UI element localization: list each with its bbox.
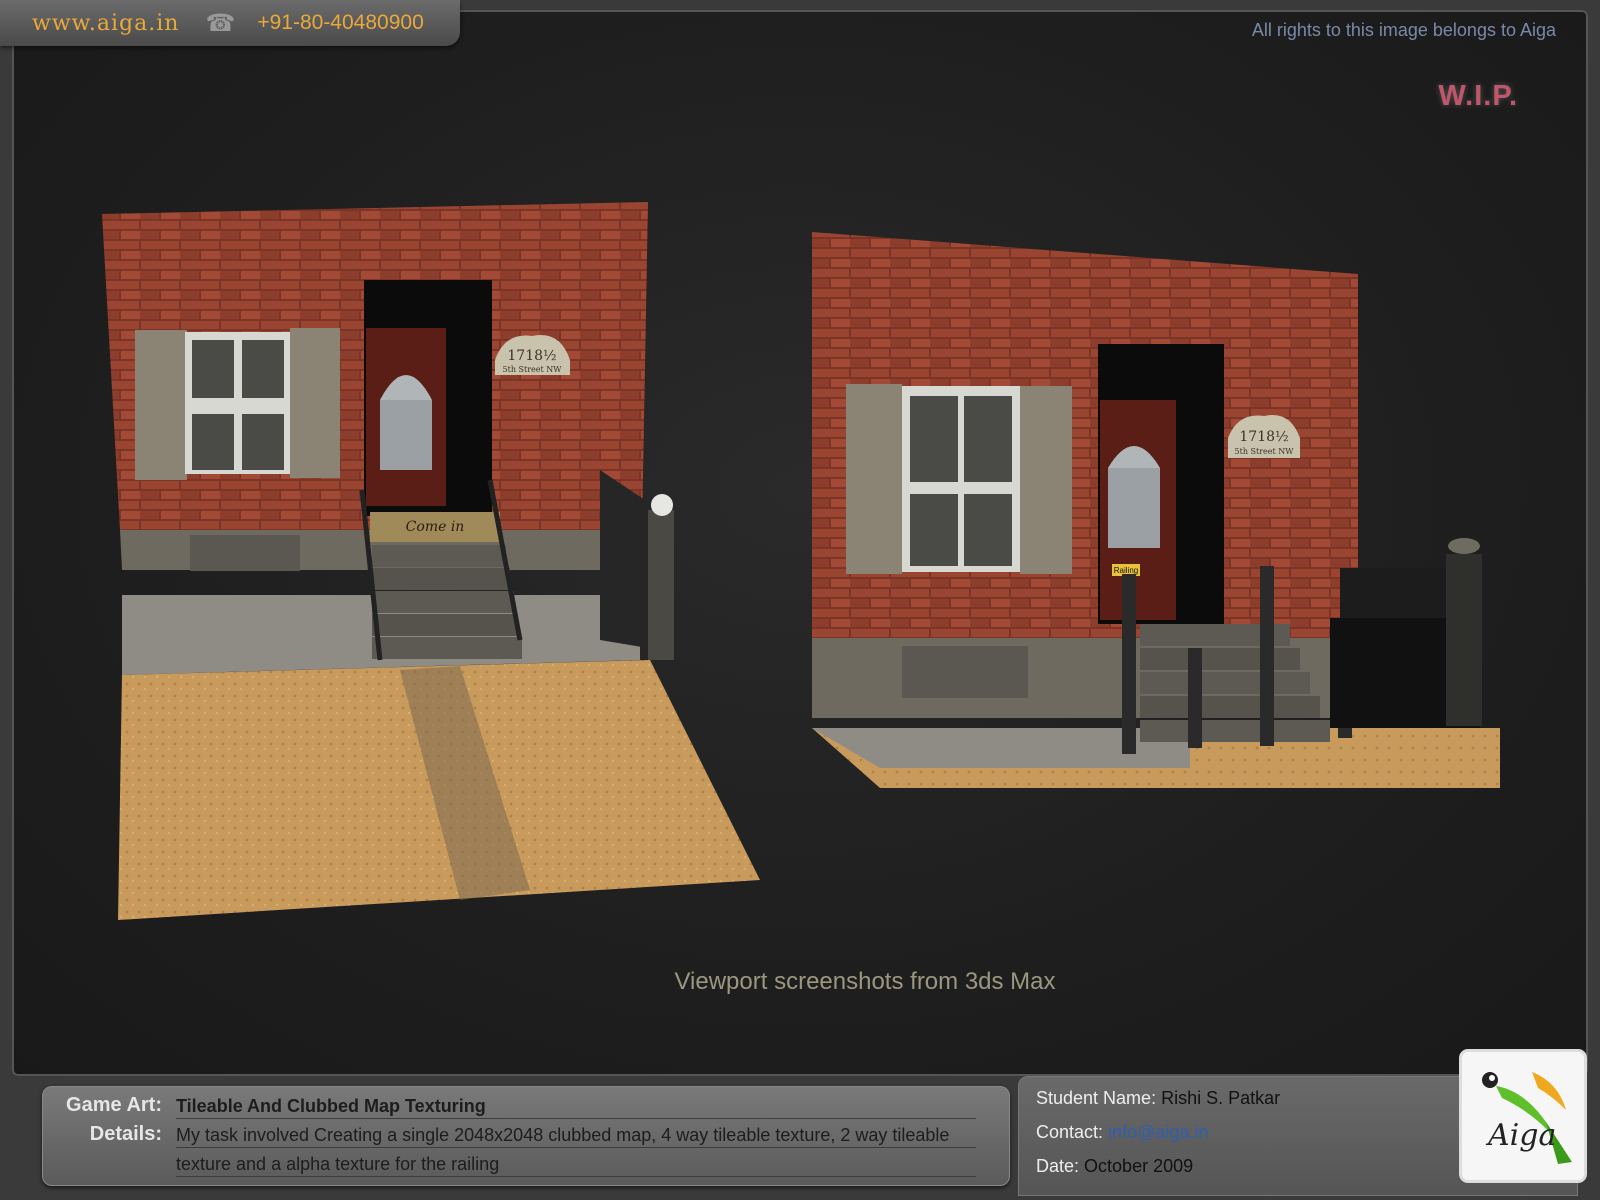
date-value: October 2009 (1084, 1156, 1194, 1176)
details-label: Details: (89, 1123, 162, 1145)
rights-notice: All rights to this image belongs to Aiga (1251, 20, 1556, 40)
svg-text:5th Street NW: 5th Street NW (503, 365, 563, 374)
door-right (1098, 344, 1224, 624)
contact-email-link[interactable]: info@aiga.in (1108, 1122, 1208, 1142)
student-row: Student Name: Rishi S. Patkar (1036, 1088, 1280, 1109)
details-line-2: texture and a alpha texture for the rail… (176, 1154, 500, 1174)
render-right: 1718½ 5th Street NW Railing (812, 232, 1500, 788)
student-label: Student Name: (1036, 1088, 1157, 1108)
aiga-logo-icon (1482, 1072, 1572, 1164)
phone-icon: ☎ (205, 9, 236, 37)
student-name: Rishi S. Patkar (1161, 1088, 1281, 1108)
svg-text:Railing: Railing (1114, 566, 1138, 575)
site-url[interactable]: www.aiga.in (32, 11, 179, 36)
top-bar: www.aiga.in ☎ +91-80-40480900 (0, 0, 460, 46)
aiga-logo: Aiga (1462, 1052, 1584, 1180)
svg-text:1718½: 1718½ (507, 348, 556, 364)
side-railing-left (600, 470, 674, 660)
logo-text: Aiga (1488, 1118, 1557, 1153)
game-art-label: Game Art: (66, 1094, 162, 1116)
wip-badge: W.I.P. (1438, 80, 1518, 112)
door-left (364, 280, 492, 516)
svg-text:1718½: 1718½ (1239, 429, 1288, 445)
details-line-1: My task involved Creating a single 2048x… (176, 1125, 950, 1145)
svg-text:5th Street NW: 5th Street NW (1235, 447, 1295, 456)
contact-row: Contact: info@aiga.in (1036, 1122, 1208, 1143)
project-info-panel: Game Art: Tileable And Clubbed Map Textu… (42, 1086, 1010, 1186)
window-right (846, 384, 1072, 574)
date-row: Date: October 2009 (1036, 1156, 1193, 1177)
svg-text:Come in: Come in (406, 519, 465, 535)
render-left: 1718½ 5th Street NW Come in (102, 202, 760, 920)
date-label: Date: (1036, 1156, 1080, 1176)
window-left (135, 328, 340, 480)
phone-number: +91-80-40480900 (257, 11, 424, 34)
game-art-value: Tileable And Clubbed Map Texturing (176, 1096, 486, 1116)
viewport-caption: Viewport screenshots from 3ds Max (674, 968, 1056, 995)
contact-label: Contact: (1036, 1122, 1104, 1142)
